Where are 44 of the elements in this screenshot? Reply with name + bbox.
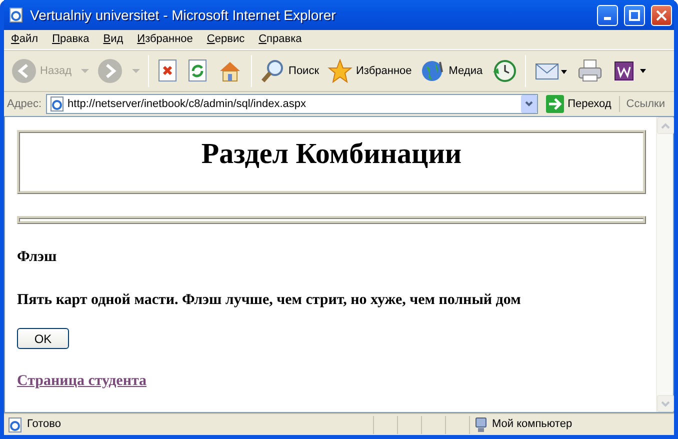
section-subtitle: Флэш	[17, 248, 58, 267]
links-label[interactable]: Ссылки	[619, 96, 671, 112]
favorites-button[interactable]: Избранное	[324, 56, 415, 86]
printer-icon	[576, 58, 604, 84]
window-title: Vertualniy universitet - Microsoft Internet Explorer	[30, 6, 337, 25]
address-label: Адрес:	[7, 96, 42, 112]
minimize-icon	[604, 16, 611, 20]
close-icon	[656, 10, 667, 20]
ok-button[interactable]: OK	[17, 328, 69, 349]
address-box[interactable]: http://netserver/inetbook/c8/admin/sql/index.aspx	[46, 94, 538, 114]
menu-item[interactable]: Вид	[96, 31, 130, 48]
refresh-icon	[186, 59, 209, 83]
caret-icon	[80, 68, 89, 74]
page-icon	[48, 96, 65, 112]
search-icon	[260, 58, 286, 84]
page-icon	[7, 416, 23, 432]
search-button[interactable]: Поиск	[256, 56, 322, 86]
menu-item[interactable]: Избранное	[130, 31, 200, 48]
media-button[interactable]: Медиа	[416, 56, 486, 86]
status-text: Готово	[27, 417, 61, 432]
minimize-button[interactable]	[597, 4, 618, 26]
menu-item[interactable]: Файл	[4, 31, 46, 48]
menu-item[interactable]: Сервис	[200, 31, 252, 48]
document-w-icon	[612, 59, 648, 83]
go-arrow-icon	[546, 95, 564, 113]
globe-icon	[420, 58, 446, 84]
computer-icon	[474, 416, 488, 432]
maximize-button[interactable]	[624, 4, 645, 26]
dropdown-button[interactable]	[520, 95, 537, 113]
menu-item[interactable]: Справка	[252, 31, 309, 48]
close-button[interactable]	[651, 4, 672, 26]
scrollbar[interactable]	[656, 117, 673, 412]
caret-icon	[524, 101, 533, 107]
page-heading: Раздел Комбинации	[201, 139, 462, 172]
ie-page-icon	[8, 7, 24, 23]
star-icon	[327, 58, 354, 84]
zone-text: Мой компьютер	[492, 417, 572, 432]
caret-icon	[132, 68, 140, 74]
stop-icon	[156, 59, 179, 83]
description-text: Пять карт одной масти. Флэш лучше, чем стрит, но хуже, чем полный дом	[17, 290, 522, 310]
go-button[interactable]: Переход	[542, 95, 616, 113]
maximize-icon	[629, 10, 640, 20]
menu-item[interactable]: Правка	[45, 31, 96, 48]
student-page-link[interactable]: Страница студента	[17, 370, 147, 392]
